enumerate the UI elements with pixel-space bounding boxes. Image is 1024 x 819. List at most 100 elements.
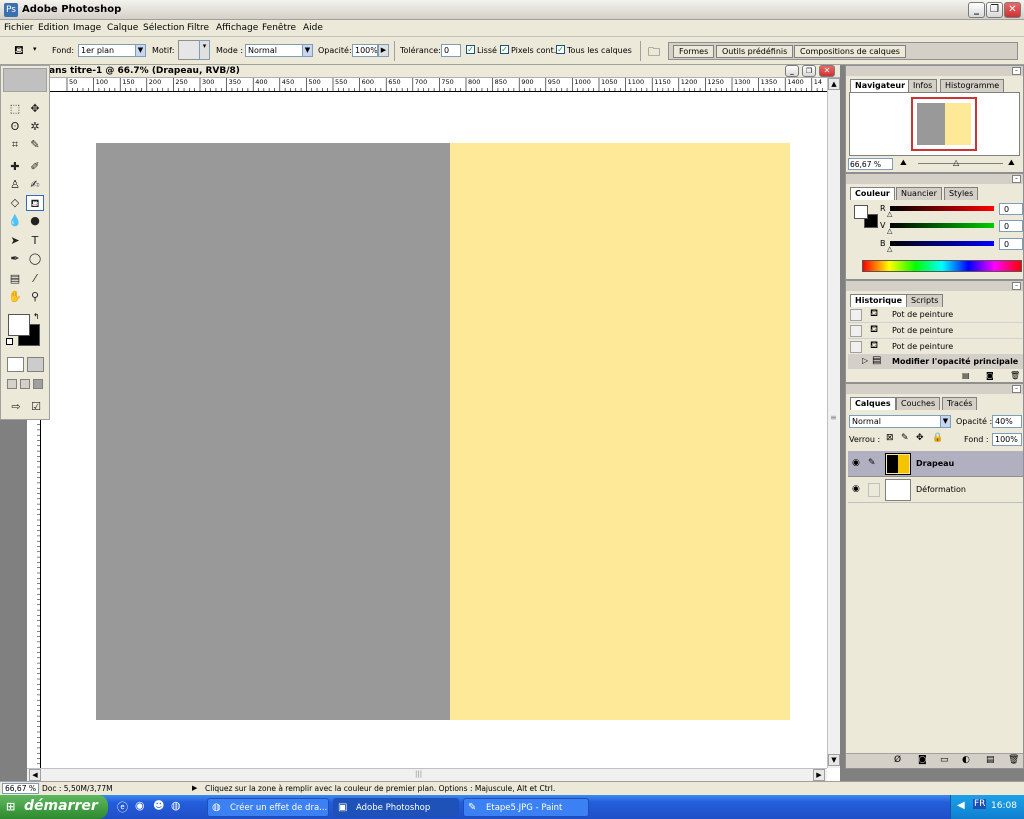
- history-item[interactable]: ⛾ Pot de peinture: [848, 307, 1023, 323]
- tab-infos[interactable]: Infos: [908, 79, 938, 92]
- brush-tool-icon[interactable]: ✐: [26, 159, 44, 175]
- fond-opacity-field[interactable]: 100%: [992, 433, 1022, 446]
- panel-minimize-button[interactable]: –: [1012, 67, 1021, 75]
- panel-minimize-button[interactable]: –: [1012, 385, 1021, 393]
- type-tool-icon[interactable]: T: [26, 233, 44, 249]
- history-item-current[interactable]: ▷ ▤ Modifier l'opacité principale: [848, 355, 1023, 369]
- well-tab-outils[interactable]: Outils prédéfinis: [716, 45, 794, 58]
- new-layer-icon[interactable]: ▤: [986, 755, 995, 765]
- quick-mask-icon[interactable]: [27, 357, 44, 372]
- feather-logo-icon[interactable]: [3, 68, 47, 92]
- channel-r-value[interactable]: 0: [999, 203, 1023, 215]
- zoom-in-icon[interactable]: ⛰: [1008, 158, 1015, 168]
- ellipse-tool-icon[interactable]: ◯: [26, 251, 44, 267]
- opacite-slider-arrow[interactable]: ▶: [378, 44, 389, 57]
- tous-calques-checkbox[interactable]: ✓: [556, 45, 565, 54]
- preset-dropdown-arrow[interactable]: ▾: [33, 45, 37, 53]
- magic-wand-icon[interactable]: ✲: [26, 119, 44, 135]
- menu-image[interactable]: Image: [73, 23, 101, 33]
- marquee-tool-icon[interactable]: ⬚: [6, 101, 24, 117]
- channel-r-slider[interactable]: [890, 206, 994, 211]
- tab-calques[interactable]: Calques: [850, 397, 896, 410]
- opacite-field[interactable]: 100%: [352, 44, 378, 57]
- navigator-preview[interactable]: [849, 92, 1020, 156]
- motif-arrow[interactable]: ▾: [199, 40, 210, 60]
- zoom-tool-icon[interactable]: ⚲: [26, 289, 44, 305]
- lock-brush-icon[interactable]: ✎: [901, 433, 909, 443]
- path-selection-icon[interactable]: ➤: [6, 233, 24, 249]
- tab-navigateur[interactable]: Navigateur: [850, 79, 911, 92]
- menu-fenetre[interactable]: Fenêtre: [262, 23, 296, 33]
- media-player-icon[interactable]: ◉: [135, 799, 145, 812]
- tab-scripts[interactable]: Scripts: [906, 294, 944, 307]
- history-snapshot-box[interactable]: [850, 325, 862, 337]
- doc-restore-button[interactable]: ❐: [802, 65, 816, 77]
- channel-b-value[interactable]: 0: [999, 238, 1023, 250]
- new-document-from-state-icon[interactable]: ▤: [962, 371, 970, 380]
- tray-arrow-icon[interactable]: ◀: [957, 800, 965, 811]
- channel-v-value[interactable]: 0: [999, 220, 1023, 232]
- notes-tool-icon[interactable]: ▤: [6, 271, 24, 287]
- eyedropper-icon[interactable]: ⁄: [26, 271, 44, 287]
- firefox-icon[interactable]: ◍: [171, 799, 181, 812]
- file-browser-icon[interactable]: 🗀: [648, 43, 664, 59]
- hscroll-grip[interactable]: |||: [415, 770, 422, 778]
- tab-styles[interactable]: Styles: [944, 187, 979, 200]
- mode-select[interactable]: Normal: [245, 44, 303, 57]
- clone-stamp-icon[interactable]: ♙: [6, 177, 24, 193]
- scroll-left-button[interactable]: ◀: [29, 769, 41, 781]
- layer-row-deformation[interactable]: ◉ Déformation: [848, 477, 1023, 503]
- scroll-up-button[interactable]: ▲: [828, 78, 840, 90]
- navigator-view-box[interactable]: [911, 97, 977, 151]
- ie-icon[interactable]: ⓔ: [117, 799, 128, 815]
- lock-transparency-icon[interactable]: ⊠: [886, 433, 894, 443]
- yellow-fill-region[interactable]: [450, 143, 790, 720]
- fond-select-arrow[interactable]: ▼: [135, 44, 146, 57]
- layer-row-drapeau[interactable]: ◉ ✎ Drapeau: [848, 451, 1023, 477]
- color-fg-swatch[interactable]: [854, 205, 868, 219]
- layer-style-icon[interactable]: Ø: [894, 755, 901, 765]
- well-tab-formes[interactable]: Formes: [673, 45, 715, 58]
- pixels-cont-checkbox[interactable]: ✓: [500, 45, 509, 54]
- new-snapshot-icon[interactable]: ◙: [986, 371, 994, 380]
- doc-minimize-button[interactable]: _: [785, 65, 799, 77]
- link-box[interactable]: [868, 483, 880, 497]
- screen-mode-full-menu-icon[interactable]: [20, 379, 30, 389]
- lasso-tool-icon[interactable]: ʘ: [6, 119, 24, 135]
- trash-icon[interactable]: 🗑: [1008, 755, 1019, 765]
- jump-to-imageready-icon[interactable]: ⇨: [7, 399, 25, 415]
- history-snapshot-box[interactable]: [850, 309, 862, 321]
- eye-icon[interactable]: ◉: [852, 458, 860, 468]
- zoom-out-icon[interactable]: ⛰: [900, 158, 907, 168]
- panel-minimize-button[interactable]: –: [1012, 282, 1021, 290]
- dodge-tool-icon[interactable]: ●: [26, 213, 44, 229]
- navigator-zoom-field[interactable]: 66,67 %: [848, 158, 893, 170]
- taskbar-button-firefox[interactable]: ◍ Créer un effet de dra...: [207, 798, 329, 817]
- zoom-slider[interactable]: [918, 163, 1003, 164]
- fond-select[interactable]: 1er plan: [78, 44, 136, 57]
- mode-select-arrow[interactable]: ▼: [302, 44, 313, 57]
- menu-selection[interactable]: Sélection: [143, 23, 184, 33]
- swap-colors-icon[interactable]: ↰: [33, 312, 40, 321]
- channel-b-thumb[interactable]: △: [887, 245, 892, 253]
- eye-icon[interactable]: ◉: [852, 484, 860, 494]
- vertical-scrollbar[interactable]: ▲ ≡ ▼: [827, 78, 840, 768]
- menu-fichier[interactable]: Fichier: [4, 23, 33, 33]
- lock-all-icon[interactable]: 🔒: [932, 433, 943, 443]
- scroll-grip[interactable]: ≡: [830, 413, 837, 422]
- history-brush-icon[interactable]: ✍: [26, 177, 44, 193]
- close-button[interactable]: ✕: [1004, 2, 1021, 18]
- blend-mode-select[interactable]: Normal: [849, 415, 941, 428]
- restore-button[interactable]: ❐: [986, 2, 1003, 18]
- lisse-checkbox[interactable]: ✓: [466, 45, 475, 54]
- blend-mode-arrow[interactable]: ▼: [940, 415, 951, 428]
- channel-r-thumb[interactable]: △: [887, 210, 892, 218]
- menu-aide[interactable]: Aide: [303, 23, 323, 33]
- horizontal-scrollbar[interactable]: ◀ ||| ▶: [27, 768, 827, 781]
- well-tab-compositions[interactable]: Compositions de calques: [794, 45, 906, 58]
- history-item[interactable]: ⛾ Pot de peinture: [848, 323, 1023, 339]
- screen-mode-standard-icon[interactable]: [7, 379, 17, 389]
- language-indicator[interactable]: FR: [973, 799, 987, 809]
- default-colors-icon[interactable]: [6, 338, 13, 345]
- tab-couleur[interactable]: Couleur: [850, 187, 895, 200]
